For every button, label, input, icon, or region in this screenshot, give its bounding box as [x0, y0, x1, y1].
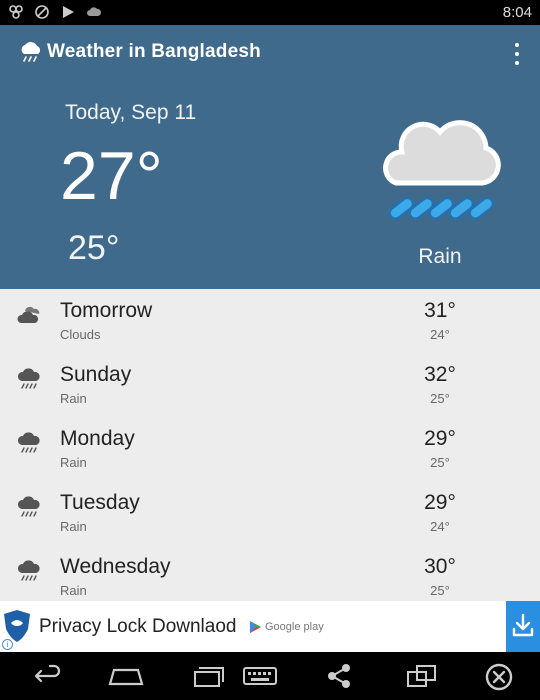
status-clock: 8:04 — [502, 4, 532, 21]
dot-icon — [515, 52, 519, 56]
forecast-low: 25° — [430, 583, 450, 598]
today-low-temp: 25° — [68, 229, 120, 267]
forecast-row-sunday[interactable]: Sunday Rain 32° 25° — [0, 353, 540, 417]
forecast-row-tomorrow[interactable]: Tomorrow Clouds 31° 24° — [0, 289, 540, 353]
forecast-condition: Rain — [60, 391, 87, 406]
forecast-high: 31° — [424, 299, 456, 322]
rain-icon — [378, 107, 504, 237]
forecast-row-wednesday[interactable]: Wednesday Rain 30° 25° — [0, 545, 540, 601]
download-icon — [512, 613, 534, 637]
rain-cloud-icon — [18, 41, 44, 65]
back-button[interactable] — [28, 662, 64, 690]
forecast-day: Wednesday — [60, 555, 171, 578]
keyboard-button[interactable] — [242, 662, 278, 690]
forecast-condition: Rain — [60, 583, 87, 598]
shield-logo-icon — [2, 609, 32, 643]
forecast-condition: Rain — [60, 455, 87, 470]
clouds-icon — [17, 303, 43, 327]
today-high-temp: 27° — [60, 138, 163, 214]
today-date: Today, Sep 11 — [65, 101, 197, 124]
forecast-day: Tuesday — [60, 491, 140, 514]
forecast-condition: Clouds — [60, 327, 101, 342]
forecast-high: 30° — [424, 555, 456, 578]
recent-apps-icon — [194, 667, 224, 687]
play-store-icon — [60, 4, 76, 20]
forecast-low: 25° — [430, 455, 450, 470]
today-condition: Rain — [418, 245, 462, 268]
google-play-label: Google play — [265, 621, 324, 633]
forecast-high: 29° — [424, 491, 456, 514]
multi-window-icon — [407, 665, 436, 687]
home-icon — [108, 668, 144, 686]
close-icon — [485, 663, 513, 691]
overflow-menu-button[interactable] — [512, 43, 522, 65]
today-panel: Weather in Bangladesh Today, Sep 11 27° … — [0, 25, 540, 289]
dot-icon — [515, 61, 519, 65]
forecast-low: 24° — [430, 519, 450, 534]
keyboard-icon — [243, 667, 277, 685]
forecast-day: Sunday — [60, 363, 132, 386]
forecast-list[interactable]: Tomorrow Clouds 31° 24° Sunday Rain 32° … — [0, 289, 540, 601]
rain-icon — [17, 367, 43, 391]
dot-icon — [515, 43, 519, 47]
ad-info-icon[interactable]: i — [2, 639, 13, 650]
home-button[interactable] — [106, 662, 146, 690]
forecast-row-monday[interactable]: Monday Rain 29° 25° — [0, 417, 540, 481]
forecast-day: Monday — [60, 427, 135, 450]
google-play-icon — [250, 621, 261, 633]
back-icon — [34, 664, 61, 683]
rain-icon — [17, 495, 43, 519]
forecast-condition: Rain — [60, 519, 87, 534]
blocked-notification-icon — [34, 4, 50, 20]
forecast-high: 29° — [424, 427, 456, 450]
multi-window-button[interactable] — [404, 662, 438, 690]
forecast-low: 25° — [430, 391, 450, 406]
close-app-button[interactable] — [484, 662, 514, 691]
forecast-day: Tomorrow — [60, 299, 153, 322]
rain-icon — [17, 431, 43, 455]
forecast-high: 32° — [424, 363, 456, 386]
notification-icons — [8, 4, 102, 20]
share-icon — [328, 664, 350, 688]
recent-apps-button[interactable] — [190, 662, 226, 690]
google-play-badge[interactable]: Google play — [249, 620, 324, 634]
app-title: Weather in Bangladesh — [47, 41, 261, 62]
system-nav-bar — [0, 652, 540, 700]
forecast-row-tuesday[interactable]: Tuesday Rain 29° 24° — [0, 481, 540, 545]
ad-download-button[interactable] — [506, 601, 540, 652]
ad-text[interactable]: Privacy Lock Downlaod — [39, 616, 236, 638]
rain-icon — [17, 559, 43, 583]
forecast-low: 24° — [430, 327, 450, 342]
cloud-icon — [86, 4, 102, 20]
app-notification-icon — [8, 4, 24, 20]
status-bar: 8:04 — [0, 0, 540, 25]
ad-banner[interactable]: i Privacy Lock Downlaod Google play — [0, 601, 540, 652]
share-button[interactable] — [324, 662, 354, 690]
